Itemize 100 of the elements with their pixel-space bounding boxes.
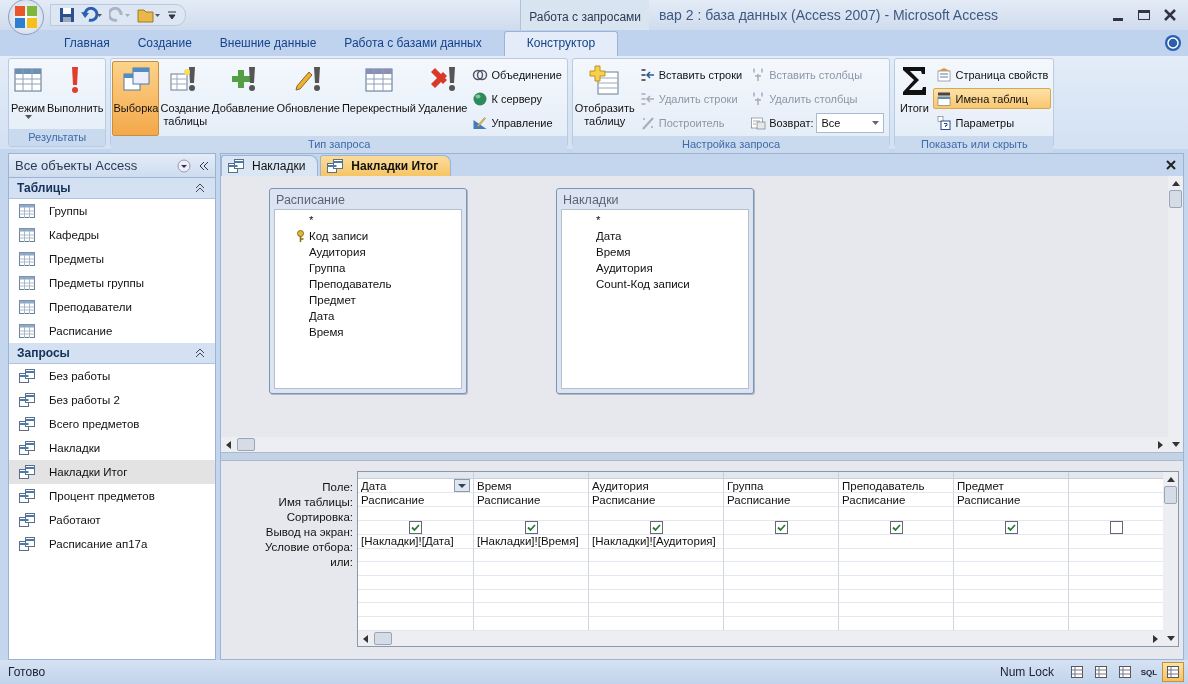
grid-cell[interactable]: Время xyxy=(474,479,589,494)
office-button[interactable] xyxy=(8,0,44,35)
grid-cell[interactable]: Предмет xyxy=(954,479,1069,494)
grid-cell[interactable] xyxy=(954,507,1069,521)
grid-cell[interactable]: Расписание xyxy=(724,493,839,508)
grid-cell[interactable] xyxy=(358,576,474,590)
grid-cell[interactable] xyxy=(839,617,954,631)
grid-cell[interactable] xyxy=(724,603,839,618)
ribbon-button[interactable]: Создание таблицы xyxy=(159,61,212,136)
ribbon-button[interactable]: Итоги xyxy=(896,61,933,136)
vertical-scrollbar[interactable] xyxy=(1163,472,1178,646)
grid-cell[interactable] xyxy=(954,520,1069,535)
view-button[interactable]: SQL xyxy=(1138,662,1160,682)
grid-cell[interactable] xyxy=(954,603,1069,618)
grid-cell[interactable] xyxy=(839,507,954,521)
grid-cell[interactable] xyxy=(589,589,724,604)
ribbon-button[interactable]: Управление xyxy=(469,112,565,133)
nav-item[interactable]: Без работы 2 xyxy=(9,388,215,412)
column-selector[interactable] xyxy=(839,472,954,480)
grid-cell[interactable]: Расписание xyxy=(358,493,474,508)
column-selector[interactable] xyxy=(724,472,839,480)
horizontal-scrollbar[interactable] xyxy=(221,437,1168,452)
ribbon-tab[interactable]: Создание xyxy=(123,31,206,56)
grid-cell[interactable] xyxy=(589,576,724,590)
column-selector[interactable] xyxy=(589,472,724,480)
redo-icon[interactable] xyxy=(109,7,131,23)
dropdown-icon[interactable] xyxy=(454,479,470,493)
nav-item[interactable]: Преподаватели xyxy=(9,295,215,319)
checkbox[interactable] xyxy=(1004,520,1018,534)
grid-cell[interactable] xyxy=(358,617,474,631)
grid-cell[interactable]: [Накладки]![Аудитория] xyxy=(589,534,724,549)
grid-cell[interactable] xyxy=(724,589,839,604)
grid-cell[interactable] xyxy=(839,576,954,590)
grid-cell[interactable] xyxy=(954,617,1069,631)
document-tab[interactable]: Накладки xyxy=(221,155,319,176)
ribbon-button[interactable]: Удаление xyxy=(416,61,469,136)
nav-item[interactable]: Кафедры xyxy=(9,223,215,247)
grid-cell[interactable] xyxy=(589,617,724,631)
grid-cell[interactable] xyxy=(724,534,839,549)
ribbon-tab[interactable]: Главная xyxy=(50,31,124,56)
nav-group-header[interactable]: Запросы xyxy=(9,343,215,364)
grid-cell[interactable] xyxy=(474,576,589,590)
nav-item[interactable]: Группы xyxy=(9,199,215,223)
document-tab[interactable]: Накладки Итог xyxy=(320,155,452,176)
nav-item[interactable]: Расписание ап17а xyxy=(9,532,215,556)
nav-group-header[interactable]: Таблицы xyxy=(9,178,215,199)
grid-cell[interactable]: [Накладки]![Дата] xyxy=(358,534,474,549)
grid-cell[interactable]: Дата xyxy=(358,479,474,494)
scroll-thumb[interactable] xyxy=(374,632,392,645)
nav-item[interactable]: Работают xyxy=(9,508,215,532)
grid-cell[interactable] xyxy=(589,507,724,521)
grid-cell[interactable] xyxy=(839,520,954,535)
grid-cell[interactable] xyxy=(358,548,474,563)
grid-cell[interactable] xyxy=(474,548,589,563)
grid-cell[interactable] xyxy=(474,520,589,535)
grid-cell[interactable] xyxy=(589,520,724,535)
grid-cell[interactable] xyxy=(954,576,1069,590)
field-list[interactable]: Накладки * Дата Время Аудитория Count-Код записи xyxy=(556,188,754,394)
grid-cell[interactable] xyxy=(839,548,954,563)
checkbox[interactable] xyxy=(889,520,903,534)
ribbon-tab[interactable]: Работа с базами данных xyxy=(330,31,496,56)
grid-cell[interactable]: Расписание xyxy=(839,493,954,508)
grid-cell[interactable]: Расписание xyxy=(474,493,589,508)
grid-cell[interactable] xyxy=(474,617,589,631)
ribbon-button[interactable]: Выполнить xyxy=(46,61,105,129)
grid-cell[interactable]: [Накладки]![Время] xyxy=(474,534,589,549)
ribbon-button[interactable]: Страница свойств xyxy=(933,64,1052,85)
scroll-thumb[interactable] xyxy=(1164,486,1177,504)
grid-cell[interactable] xyxy=(724,548,839,563)
nav-item[interactable]: Предметы группы xyxy=(9,271,215,295)
grid-cell[interactable] xyxy=(474,603,589,618)
save-icon[interactable] xyxy=(59,7,75,23)
scroll-thumb[interactable] xyxy=(1169,190,1182,208)
checkbox[interactable] xyxy=(1110,520,1123,534)
dropdown-icon[interactable] xyxy=(177,158,191,173)
return-dropdown[interactable]: Все xyxy=(816,112,885,133)
ribbon-button[interactable]: Перекрестный xyxy=(340,61,417,136)
ribbon-button[interactable]: Выборка xyxy=(112,61,160,136)
ribbon-tab[interactable]: Конструктор xyxy=(503,31,619,56)
grid-cell[interactable] xyxy=(474,562,589,576)
grid-cell[interactable] xyxy=(839,603,954,618)
folder-icon[interactable] xyxy=(137,7,161,23)
grid-cell[interactable] xyxy=(474,589,589,604)
horizontal-scrollbar[interactable] xyxy=(358,631,1163,646)
ribbon-tab[interactable]: Внешние данные xyxy=(205,31,331,56)
checkbox[interactable] xyxy=(524,520,538,534)
grid-cell[interactable] xyxy=(724,576,839,590)
nav-item[interactable]: Предметы xyxy=(9,247,215,271)
grid-cell[interactable]: Группа xyxy=(724,479,839,494)
grid-cell[interactable] xyxy=(358,507,474,521)
grid-cell[interactable]: Расписание xyxy=(954,493,1069,508)
grid-cell[interactable] xyxy=(589,562,724,576)
grid-cell[interactable] xyxy=(724,562,839,576)
ribbon-button[interactable]: К серверу xyxy=(469,88,565,109)
nav-item[interactable]: Процент предметов xyxy=(9,484,215,508)
grid-cell[interactable] xyxy=(358,520,474,535)
grid-cell[interactable] xyxy=(954,534,1069,549)
checkbox[interactable] xyxy=(774,520,788,534)
grid-cell[interactable] xyxy=(589,548,724,563)
ribbon-button[interactable]: Добавление xyxy=(211,61,276,136)
